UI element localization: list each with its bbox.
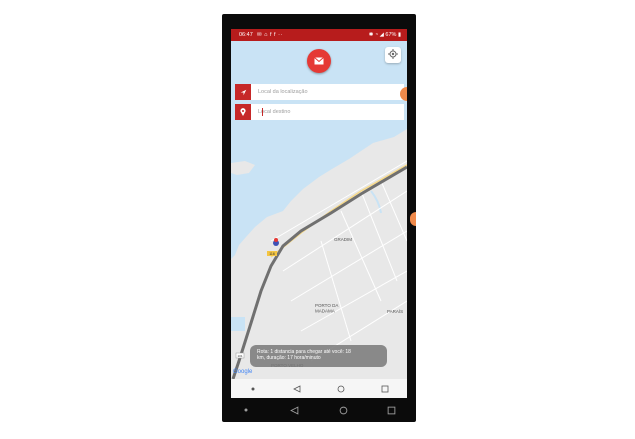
device-recents-icon[interactable]	[385, 403, 399, 417]
text-caret	[262, 108, 263, 116]
map-label-paraiso: PARAÍS	[387, 308, 403, 314]
status-bar: 06:47 ✉ ⌂ f f ·· ✱ ◔ ◢ 67% ▮	[231, 29, 407, 41]
status-time: 06:47	[239, 32, 253, 38]
lagoon	[231, 317, 245, 331]
map-label-gradim: GRADIM	[334, 237, 352, 242]
route-info-line-2: km, duração: 17 hora/minuto	[257, 355, 321, 361]
road-shield-label: 116	[269, 252, 275, 256]
crosshair-icon	[388, 46, 398, 64]
top-edge-handle[interactable]	[400, 87, 407, 101]
destination-field-row	[235, 104, 404, 120]
device-home-icon[interactable]	[336, 403, 350, 417]
my-location-button[interactable]	[385, 47, 401, 63]
system-status-icons: ✱ ◔ ◢ 67% ▮	[368, 32, 401, 38]
device-dot-icon	[239, 403, 253, 417]
circle-home-icon[interactable]	[334, 382, 348, 396]
origin-field-row	[235, 84, 404, 100]
device-navigation-bar	[222, 400, 416, 420]
app-screen: 06:47 ✉ ⌂ f f ·· ✱ ◔ ◢ 67% ▮ 116 GRADIM …	[231, 29, 407, 398]
origin-input[interactable]	[251, 84, 404, 100]
mail-icon	[314, 52, 324, 70]
navigation-arrow-icon	[240, 83, 247, 101]
map-pin-icon	[240, 103, 246, 121]
destination-icon-box	[235, 104, 251, 120]
route-info-card: Rota: 1 distancia para chegar até você: …	[250, 345, 387, 367]
notification-icons: ✉ ⌂ f f ··	[257, 32, 283, 38]
origin-icon-box	[235, 84, 251, 100]
destination-marker[interactable]	[274, 238, 278, 242]
device-back-icon[interactable]	[288, 403, 302, 417]
square-recents-icon[interactable]	[378, 382, 392, 396]
route-sign-label: 101	[237, 354, 242, 358]
mail-button[interactable]	[307, 49, 331, 73]
inner-dot-icon	[246, 382, 260, 396]
google-attribution: Google	[233, 369, 253, 375]
side-edge-handle[interactable]	[410, 212, 416, 226]
inner-navigation-bar	[231, 379, 407, 398]
destination-input[interactable]	[251, 104, 404, 120]
triangle-back-icon[interactable]	[290, 382, 304, 396]
